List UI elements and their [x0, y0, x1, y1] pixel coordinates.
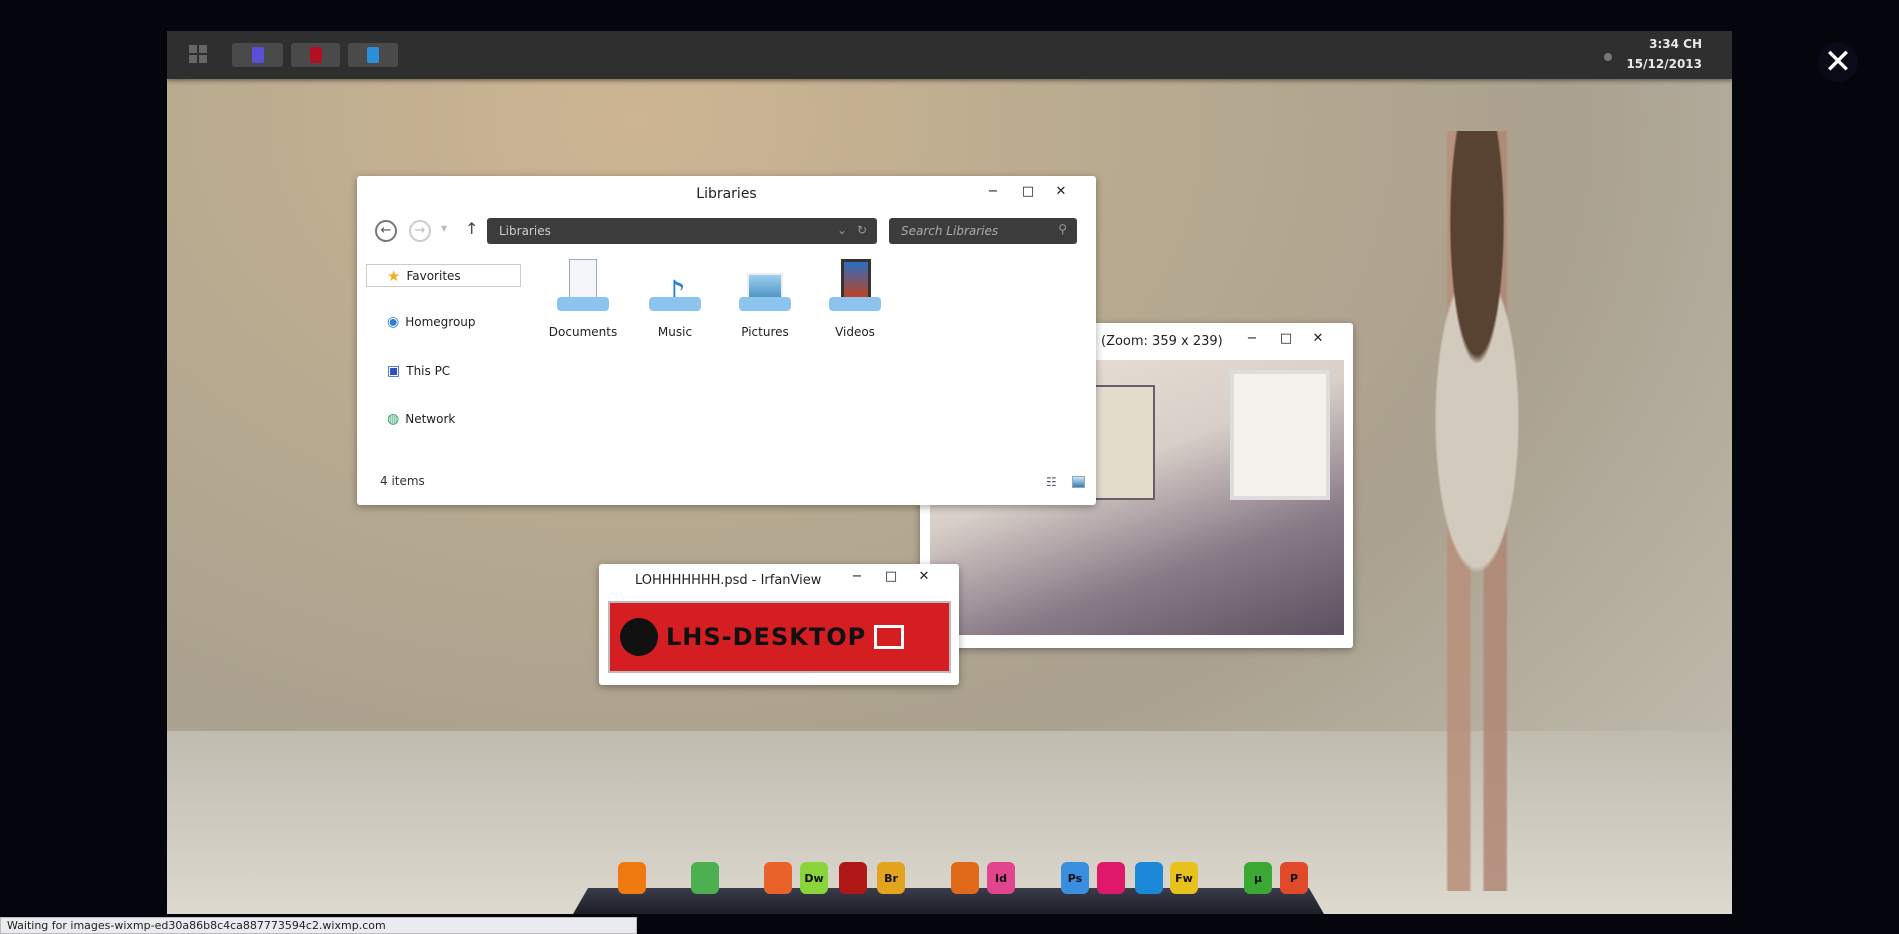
address-dropdown-icon[interactable]: ⌄ — [837, 223, 847, 237]
homegroup-icon: ◉ — [387, 314, 400, 330]
dock-media-player-icon[interactable] — [1097, 862, 1125, 894]
start-grid-icon[interactable] — [189, 45, 207, 63]
maximize-button[interactable]: □ — [1278, 331, 1294, 346]
target-app-icon — [309, 47, 322, 63]
history-dropdown-icon[interactable]: ▼ — [441, 224, 447, 233]
sidebar-label: Network — [405, 412, 456, 426]
dock-chrome-icon[interactable] — [691, 862, 719, 894]
sidebar-label: This PC — [406, 364, 451, 378]
sidebar-item-this-pc[interactable]: ▣ This PC — [387, 363, 450, 379]
tray-indicator-icon[interactable] — [1604, 53, 1612, 61]
forward-arrow-icon[interactable]: → — [409, 220, 431, 242]
minimize-button[interactable]: − — [985, 184, 1001, 199]
ornament-logo — [620, 618, 658, 656]
dock-flash-icon[interactable] — [951, 862, 979, 894]
banner-image: LHS-DESKTOP — [608, 601, 951, 673]
taskbar-button-3[interactable] — [348, 43, 398, 67]
videos-icon — [829, 259, 881, 315]
taskbar-button-1[interactable] — [232, 43, 283, 67]
close-button[interactable]: ✕ — [1053, 184, 1069, 199]
maximize-button[interactable]: □ — [1020, 184, 1036, 199]
library-label: Music — [657, 325, 693, 339]
up-arrow-icon[interactable]: ↑ — [465, 219, 478, 238]
library-videos[interactable]: Videos — [815, 259, 895, 339]
dock-filezilla-icon[interactable] — [839, 862, 867, 894]
library-documents[interactable]: Documents — [543, 259, 623, 339]
dock-photoshop-icon[interactable]: Ps — [1061, 862, 1089, 894]
dock-indesign-icon[interactable]: Id — [987, 862, 1015, 894]
dock-remote-desktop-icon[interactable] — [1135, 862, 1163, 894]
sidebar-item-favorites[interactable]: ★ Favorites — [366, 264, 521, 287]
taskbar-button-2[interactable] — [291, 43, 340, 67]
item-count: 4 items — [380, 474, 425, 488]
documents-icon — [557, 259, 609, 315]
details-view-icon[interactable]: ☷ — [1046, 475, 1057, 489]
monitor-icon — [874, 625, 905, 649]
search-icon: ⚲ — [1058, 222, 1067, 236]
library-label: Documents — [548, 325, 618, 339]
library-label: Pictures — [741, 325, 789, 339]
library-label: Videos — [835, 325, 875, 339]
dock-powerpoint-icon[interactable]: P — [1280, 862, 1308, 894]
smiley-app-icon — [367, 47, 379, 63]
wallpaper-figure — [1347, 131, 1607, 891]
clock-time[interactable]: 3:34 CH — [1649, 37, 1702, 51]
star-icon: ★ — [387, 266, 401, 285]
dock-utorrent-icon[interactable]: µ — [1244, 862, 1272, 894]
close-button[interactable]: ✕ — [916, 569, 932, 584]
calendar-app-icon — [251, 47, 264, 63]
browser-status-bar: Waiting for images-wixmp-ed30a86b8c4ca88… — [0, 917, 637, 934]
pictures-icon — [739, 259, 791, 315]
explorer-window: Libraries − □ ✕ ← → ▼ ↑ Libraries ⌄ ↻ Se… — [357, 176, 1096, 505]
search-input[interactable]: Search Libraries ⚲ — [889, 218, 1077, 244]
dock-bridge-icon[interactable]: Br — [877, 862, 905, 894]
large-icons-view-icon[interactable] — [1072, 476, 1085, 488]
music-icon: ♪ — [649, 259, 701, 315]
dock-dreamweaver-icon[interactable]: Dw — [800, 862, 828, 894]
library-pictures[interactable]: Pictures — [725, 259, 805, 339]
top-taskbar: 3:34 CH 15/12/2013 — [167, 31, 1732, 79]
back-arrow-icon[interactable]: ← — [375, 220, 397, 242]
dock-firefox-icon[interactable] — [764, 862, 792, 894]
desktop: 3:34 CH 15/12/2013 (Zoom: 359 x 239) − □… — [167, 31, 1732, 914]
close-button[interactable]: ✕ — [1310, 331, 1326, 346]
address-bar[interactable]: Libraries ⌄ ↻ — [487, 218, 877, 244]
address-text: Libraries — [499, 224, 551, 238]
irfanview-window: LOHHHHHHH.psd - IrfanView − □ ✕ LHS-DESK… — [599, 564, 959, 685]
minimize-button[interactable]: − — [849, 569, 865, 584]
window-title: (Zoom: 359 x 239) — [1101, 334, 1223, 349]
search-placeholder: Search Libraries — [901, 224, 999, 238]
library-music[interactable]: ♪ Music — [635, 259, 715, 339]
sidebar-label: Homegroup — [405, 315, 476, 329]
close-overlay-button[interactable]: ✕ — [1818, 42, 1858, 82]
window-title: LOHHHHHHH.psd - IrfanView — [635, 573, 822, 588]
clock-date[interactable]: 15/12/2013 — [1626, 57, 1702, 71]
dock-fireworks-icon[interactable]: Fw — [1170, 862, 1198, 894]
refresh-icon[interactable]: ↻ — [857, 223, 867, 237]
window-image — [1230, 370, 1330, 500]
computer-icon: ▣ — [387, 363, 401, 379]
maximize-button[interactable]: □ — [883, 569, 899, 584]
sidebar-item-homegroup[interactable]: ◉ Homegroup — [387, 314, 476, 330]
sidebar-label: Favorites — [406, 268, 461, 283]
minimize-button[interactable]: − — [1244, 331, 1260, 346]
banner-logo-text: LHS-DESKTOP — [666, 623, 867, 651]
sidebar-item-network[interactable]: ◍ Network — [387, 411, 455, 427]
dock-shelf — [573, 888, 1324, 914]
network-icon: ◍ — [387, 411, 400, 427]
dock-xampp-icon[interactable] — [618, 862, 646, 894]
